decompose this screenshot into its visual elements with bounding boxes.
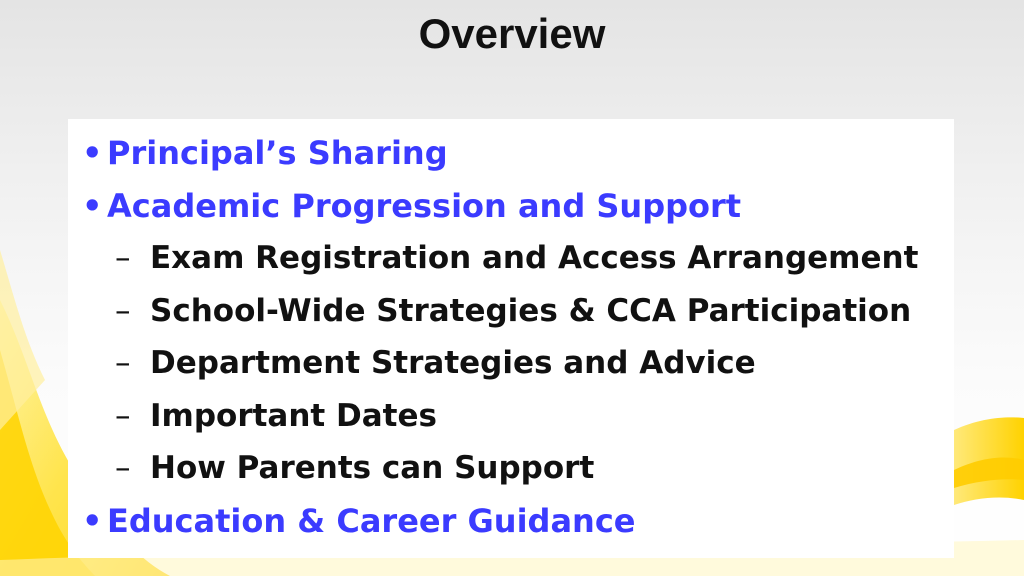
outline-item-label: Academic Progression and Support	[107, 186, 742, 225]
outline-item-label: Principal’s Sharing	[107, 134, 448, 172]
outline-subitem-label: School-Wide Strategies & CCA Participati…	[150, 292, 912, 329]
outline-item-education-career-guidance: • Education & Career Guidance	[68, 495, 954, 548]
dash-icon: –	[115, 345, 131, 381]
outline-subitem-label: Department Strategies and Advice	[150, 345, 756, 381]
content-box: • Principal’s Sharing • Academic Progres…	[68, 119, 954, 558]
outline-subitem-department-strategies: – Department Strategies and Advice	[68, 337, 954, 390]
dash-icon: –	[115, 397, 131, 434]
outline-subitem-label: Important Dates	[150, 397, 437, 434]
outline-item-principals-sharing: • Principal’s Sharing	[68, 127, 954, 180]
outline-item-label: Education & Career Guidance	[107, 501, 636, 540]
slide-title: Overview	[418, 10, 606, 57]
bullet-icon: •	[82, 186, 103, 225]
dash-icon: –	[115, 292, 131, 329]
bullet-icon: •	[82, 501, 103, 540]
outline-subitem-school-wide-strategies: – School-Wide Strategies & CCA Participa…	[68, 285, 954, 338]
outline-subitem-label: Exam Registration and Access Arrangement	[150, 240, 919, 276]
bullet-icon: •	[82, 134, 103, 172]
outline-subitem-exam-registration: – Exam Registration and Access Arrangeme…	[68, 232, 954, 285]
outline-subitem-how-parents-can-support: – How Parents can Support	[68, 442, 954, 495]
dash-icon: –	[115, 450, 131, 486]
outline-subitem-label: How Parents can Support	[150, 450, 595, 486]
outline-list: • Principal’s Sharing • Academic Progres…	[68, 119, 954, 547]
outline-subitem-important-dates: – Important Dates	[68, 390, 954, 443]
dash-icon: –	[115, 240, 131, 276]
outline-item-academic-progression: • Academic Progression and Support	[68, 180, 954, 233]
